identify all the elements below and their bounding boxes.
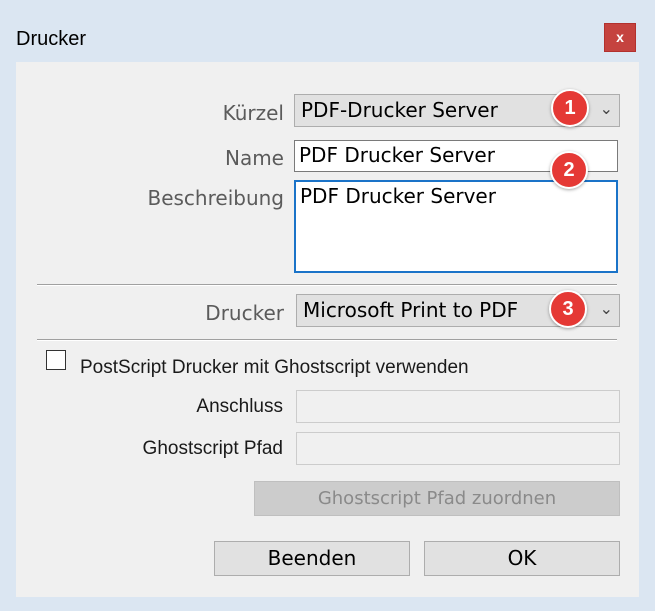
ghostscript-checkbox[interactable]: [46, 350, 66, 370]
beschreibung-value: PDF Drucker Server: [300, 184, 496, 208]
anschluss-field[interactable]: [296, 390, 620, 423]
ok-button[interactable]: OK: [424, 541, 620, 576]
beenden-button[interactable]: Beenden: [214, 541, 410, 576]
ghostscript-assign-button[interactable]: Ghostscript Pfad zuordnen: [254, 481, 620, 516]
ghostscript-checkbox-label[interactable]: PostScript Drucker mit Ghostscript verwe…: [80, 357, 469, 379]
ghostscript-pfad-field[interactable]: [296, 432, 620, 465]
separator: [37, 284, 617, 286]
close-button[interactable]: x: [604, 23, 636, 52]
beschreibung-field[interactable]: PDF Drucker Server: [294, 180, 618, 273]
ghostscript-assign-label: Ghostscript Pfad zuordnen: [317, 488, 557, 509]
drucker-label: Drucker: [205, 301, 284, 325]
drucker-value: Microsoft Print to PDF: [303, 298, 519, 322]
name-label: Name: [224, 146, 284, 170]
kuerzel-label: Kürzel: [222, 101, 284, 125]
separator: [37, 339, 617, 341]
beschreibung-label: Beschreibung: [147, 186, 284, 210]
close-icon: x: [616, 29, 624, 45]
anschluss-label: Anschluss: [196, 396, 283, 417]
annotation-badge-2: 2: [550, 151, 588, 189]
dialog-window: Drucker x Kürzel PDF-Drucker Server ⌄ Na…: [0, 0, 655, 611]
ok-label: OK: [507, 546, 537, 570]
name-value: PDF Drucker Server: [299, 143, 495, 167]
ghostscript-pfad-label: Ghostscript Pfad: [142, 438, 283, 459]
annotation-badge-1: 1: [551, 89, 589, 127]
kuerzel-value: PDF-Drucker Server: [301, 98, 498, 122]
chevron-down-icon: ⌄: [599, 99, 613, 118]
annotation-badge-3: 3: [549, 290, 587, 328]
window-title: Drucker: [16, 28, 87, 50]
beenden-label: Beenden: [267, 546, 357, 570]
chevron-down-icon: ⌄: [599, 299, 613, 318]
title-bar[interactable]: Drucker x: [0, 0, 655, 62]
